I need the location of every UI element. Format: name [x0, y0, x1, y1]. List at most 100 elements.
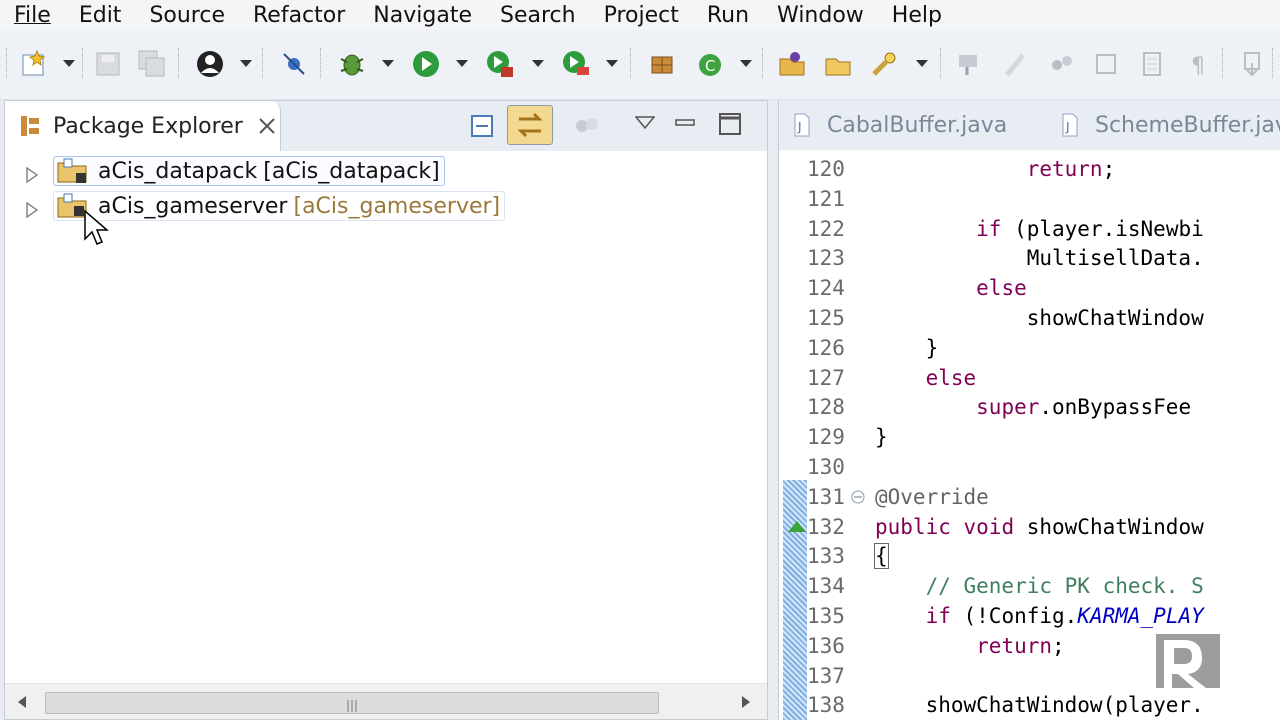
search-icon[interactable]	[868, 48, 900, 80]
horizontal-scrollbar[interactable]	[5, 683, 767, 719]
tab-cabalbuffer[interactable]: J CabalBuffer.java	[793, 100, 1007, 150]
code-line[interactable]: 129}	[779, 422, 1280, 452]
chevron-down-icon[interactable]	[606, 58, 618, 70]
toggle-annotation-icon[interactable]	[954, 48, 986, 80]
expand-arrow-icon[interactable]	[25, 164, 39, 184]
chevron-down-icon[interactable]	[532, 58, 544, 70]
code-line[interactable]: 130	[779, 452, 1280, 482]
whole-word-icon[interactable]	[1046, 48, 1078, 80]
filter-icon[interactable]	[573, 111, 603, 141]
toolbar-separator	[82, 48, 84, 78]
pen-icon[interactable]	[1000, 48, 1032, 80]
toolbar-separator	[320, 48, 322, 78]
open-folder-icon[interactable]	[822, 48, 854, 80]
code-line[interactable]: 132 public void showChatWindow	[779, 512, 1280, 542]
code-line[interactable]: 135 if (!Config.KARMA_PLAY	[779, 601, 1280, 631]
code-text[interactable]: showChatWindow(player.	[875, 693, 1204, 717]
code-text[interactable]: }	[875, 336, 939, 360]
chevron-down-icon[interactable]	[740, 58, 752, 70]
pilcrow-icon[interactable]: ¶	[1182, 48, 1214, 80]
menu-source[interactable]: Source	[135, 3, 225, 28]
open-type-icon[interactable]	[776, 48, 808, 80]
code-line[interactable]: 126 }	[779, 333, 1280, 363]
chevron-down-icon[interactable]	[63, 58, 75, 70]
code-text[interactable]: else	[875, 276, 1027, 300]
grip-icon	[346, 697, 358, 716]
tree-item-label-box[interactable]: aCis_gameserver [aCis_gameserver]	[53, 191, 506, 221]
code-line[interactable]: 125 showChatWindow	[779, 303, 1280, 333]
save-all-icon[interactable]	[136, 48, 168, 80]
new-package-icon[interactable]	[646, 48, 678, 80]
fold-collapse-icon[interactable]	[851, 489, 865, 508]
show-whitespace-icon[interactable]	[1136, 48, 1168, 80]
menu-edit[interactable]: Edit	[65, 3, 122, 28]
tree-item-label-box[interactable]: aCis_datapack [aCis_datapack]	[53, 156, 445, 186]
scroll-left-icon[interactable]	[17, 694, 27, 713]
code-text[interactable]: showChatWindow	[875, 306, 1204, 330]
project-name: aCis_datapack	[98, 158, 258, 184]
package-explorer-view: Package Explorer aCis_datapack [aCis_dat…	[4, 100, 768, 720]
code-text[interactable]: if (!Config.KARMA_PLAY	[875, 604, 1204, 628]
minimize-icon[interactable]	[673, 111, 697, 135]
code-line[interactable]: 120 return;	[779, 154, 1280, 184]
code-line[interactable]: 121	[779, 184, 1280, 214]
code-text[interactable]: @Override	[875, 485, 989, 509]
editor-tab-bar: J CabalBuffer.java J SchemeBuffer.java	[779, 100, 1280, 150]
chevron-down-icon[interactable]	[240, 58, 252, 70]
chevron-down-icon[interactable]	[916, 58, 928, 70]
tab-schemebuffer[interactable]: J SchemeBuffer.java	[1061, 100, 1280, 150]
menu-run[interactable]: Run	[693, 3, 749, 28]
code-text[interactable]: else	[875, 366, 977, 390]
expand-arrow-icon[interactable]	[25, 199, 39, 219]
code-text[interactable]: return;	[875, 157, 1116, 181]
code-line[interactable]: 128 super.onBypassFee	[779, 392, 1280, 422]
new-wizard-icon[interactable]	[18, 48, 50, 80]
code-text[interactable]: {	[874, 543, 889, 570]
scrollbar-thumb[interactable]	[45, 692, 659, 714]
code-line[interactable]: 133 {	[779, 541, 1280, 571]
external-tools-icon[interactable]	[560, 48, 592, 80]
view-menu-icon[interactable]	[633, 111, 657, 135]
menu-refactor[interactable]: Refactor	[239, 3, 345, 28]
tree-item[interactable]: aCis_datapack [aCis_datapack]	[25, 156, 445, 186]
chevron-down-icon[interactable]	[382, 58, 394, 70]
code-text[interactable]: if (player.isNewbi	[875, 217, 1204, 241]
user-icon[interactable]	[194, 48, 226, 80]
chevron-down-icon[interactable]	[456, 58, 468, 70]
code-text[interactable]: }	[875, 425, 888, 449]
menu-navigate[interactable]: Navigate	[359, 3, 472, 28]
debug-icon[interactable]	[336, 48, 368, 80]
code-text[interactable]: super.onBypassFee	[875, 395, 1191, 419]
menu-search[interactable]: Search	[486, 3, 576, 28]
code-text[interactable]: MultisellData.	[875, 246, 1204, 270]
menu-file[interactable]: File	[0, 3, 51, 28]
code-line[interactable]: 122 if (player.isNewbi	[779, 214, 1280, 244]
new-class-icon[interactable]: C	[694, 48, 726, 80]
collapse-all-icon[interactable]	[467, 111, 497, 141]
next-annotation-icon[interactable]	[1236, 48, 1268, 80]
menu-help[interactable]: Help	[878, 3, 942, 28]
menu-window[interactable]: Window	[763, 3, 864, 28]
scroll-right-icon[interactable]	[741, 694, 751, 713]
code-text[interactable]: // Generic PK check. S	[875, 574, 1204, 598]
tab-package-explorer[interactable]: Package Explorer	[5, 101, 281, 151]
code-line[interactable]: 138 showChatWindow(player.	[779, 690, 1280, 720]
project-tree: aCis_datapack [aCis_datapack] aCis_games…	[5, 151, 767, 685]
code-text[interactable]: return;	[875, 634, 1065, 658]
code-text[interactable]: public void showChatWindow	[875, 515, 1204, 539]
code-line[interactable]: 134 // Generic PK check. S	[779, 571, 1280, 601]
code-line[interactable]: 124 else	[779, 273, 1280, 303]
menu-project[interactable]: Project	[590, 3, 679, 28]
link-with-editor-icon[interactable]	[507, 105, 553, 145]
maximize-icon[interactable]	[717, 111, 743, 137]
block-selection-icon[interactable]	[1090, 48, 1122, 80]
code-line[interactable]: 123 MultisellData.	[779, 243, 1280, 273]
line-number: 125	[807, 306, 845, 330]
close-icon[interactable]	[257, 116, 277, 136]
run-icon[interactable]	[410, 48, 442, 80]
coverage-icon[interactable]	[484, 48, 516, 80]
code-line[interactable]: 127 else	[779, 363, 1280, 393]
save-icon[interactable]	[92, 48, 124, 80]
view-title: Package Explorer	[53, 113, 243, 139]
skip-breakpoints-icon[interactable]	[278, 48, 310, 80]
